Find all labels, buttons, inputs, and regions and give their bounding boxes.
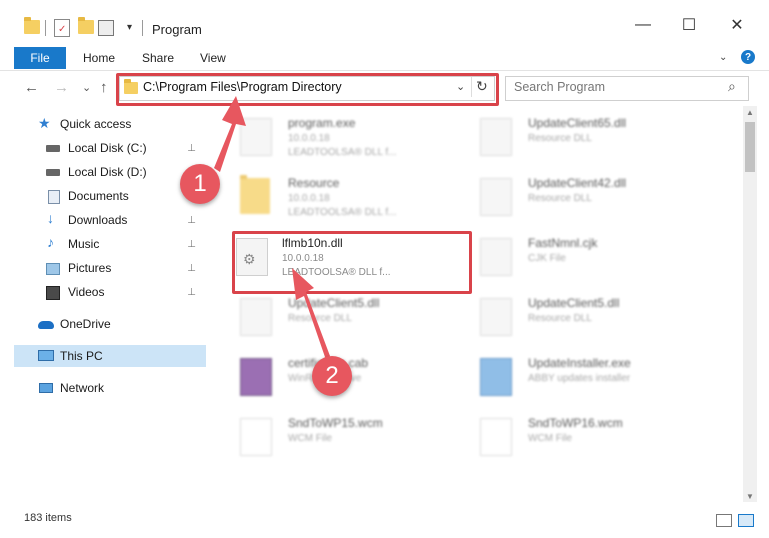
- status-item-count: 183 items: [24, 512, 72, 524]
- annotation-arrows: [214, 96, 330, 360]
- arrow-to-address: [214, 96, 246, 172]
- scrollbar-thumb[interactable]: [745, 122, 755, 172]
- scroll-down-icon[interactable]: ▼: [746, 492, 754, 501]
- arrow-to-file: [292, 268, 330, 360]
- scroll-up-icon[interactable]: ▲: [746, 108, 754, 117]
- details-view-icon[interactable]: [716, 514, 732, 527]
- step-1-marker: 1: [180, 164, 220, 204]
- step-2-marker: 2: [312, 356, 352, 396]
- large-icons-view-icon[interactable]: [738, 514, 754, 527]
